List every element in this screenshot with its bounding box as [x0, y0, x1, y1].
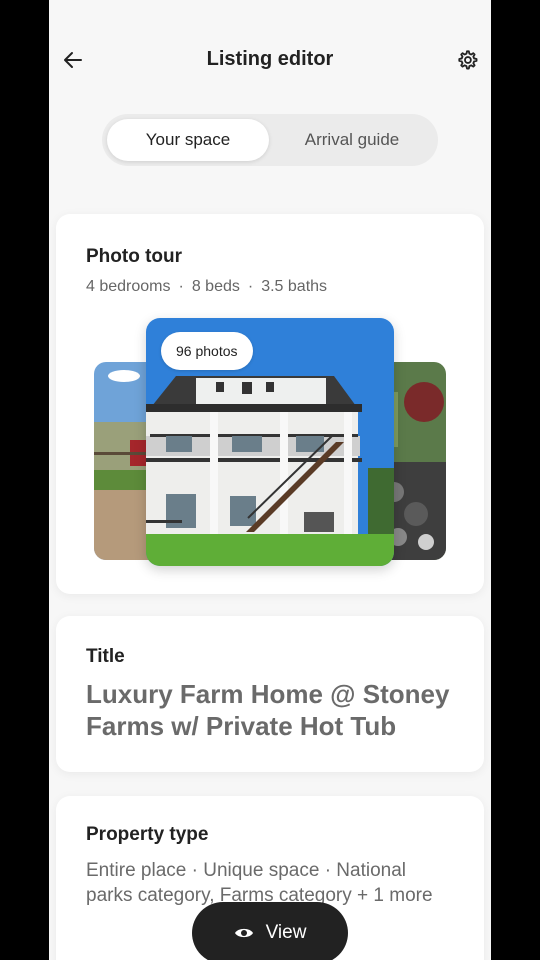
eye-icon: [234, 928, 253, 938]
page-title: Listing editor: [206, 48, 334, 70]
title-heading: Title: [86, 646, 125, 667]
photo-stack: 96 photos: [56, 214, 484, 594]
settings-button[interactable]: [453, 46, 481, 74]
photo-tour-card[interactable]: Photo tour 4 bedrooms · 8 beds · 3.5 baths: [56, 214, 484, 594]
view-button[interactable]: View: [192, 902, 348, 960]
title-card[interactable]: Title Luxury Farm Home @ Stoney Farms w/…: [56, 616, 484, 772]
tab-your-space[interactable]: Your space: [107, 119, 269, 161]
property-type-heading: Property type: [86, 824, 209, 845]
tab-arrival-guide[interactable]: Arrival guide: [271, 119, 433, 161]
listing-editor-screen: Listing editor Your space Arrival guide …: [49, 0, 491, 960]
view-button-label: View: [265, 922, 307, 943]
segmented-control: Your space Arrival guide: [102, 114, 438, 166]
property-type-value: Entire place · Unique space · National p…: [86, 860, 433, 906]
top-bar: Listing editor: [49, 0, 491, 110]
gear-icon: [458, 50, 478, 70]
listing-title: Luxury Farm Home @ Stoney Farms w/ Priva…: [86, 679, 450, 741]
photo-count-badge: 96 photos: [161, 332, 253, 370]
